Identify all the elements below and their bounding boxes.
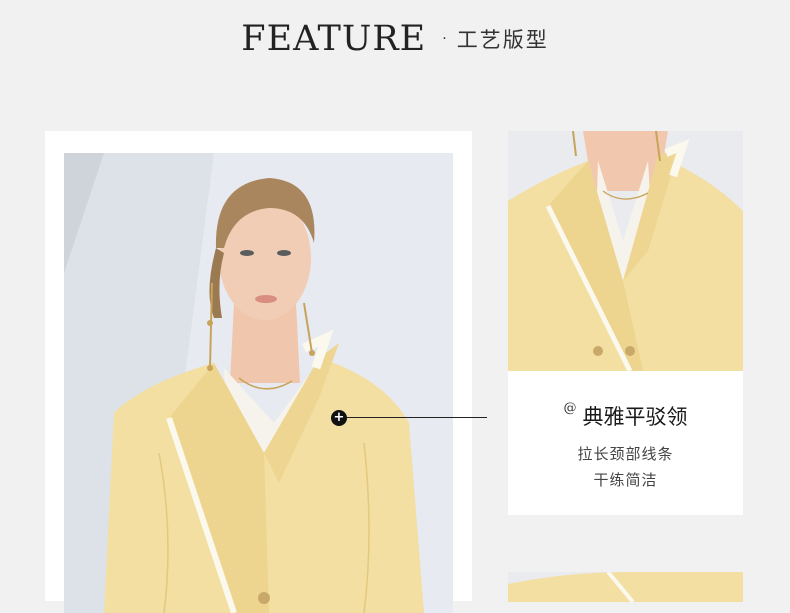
at-symbol: @ [563, 401, 577, 416]
feature-title: @ 典雅平驳领 [508, 401, 743, 431]
title-separator: · [442, 31, 447, 47]
feature-desc-line-1: 拉长颈部线条 [577, 445, 674, 463]
feature-title-text: 典雅平驳领 [582, 405, 688, 429]
callout-line [347, 417, 487, 418]
main-photo-frame [45, 131, 472, 613]
feature-card: @ 典雅平驳领 拉长颈部线条 干练简洁 [508, 371, 743, 515]
model-photo [64, 153, 453, 613]
section-title: FEATURE [241, 18, 427, 59]
detail-photo-2-illustration [508, 572, 743, 602]
plus-circle-icon[interactable]: + [331, 410, 347, 426]
collar-detail-illustration [508, 131, 743, 371]
detail-photo-2 [508, 572, 743, 602]
collar-detail-photo [508, 131, 743, 371]
section-subtitle: 工艺版型 [456, 28, 549, 52]
model-illustration [64, 153, 453, 613]
section-header: FEATURE · 工艺版型 [0, 14, 790, 64]
feature-desc-line-2: 干练简洁 [593, 471, 658, 489]
